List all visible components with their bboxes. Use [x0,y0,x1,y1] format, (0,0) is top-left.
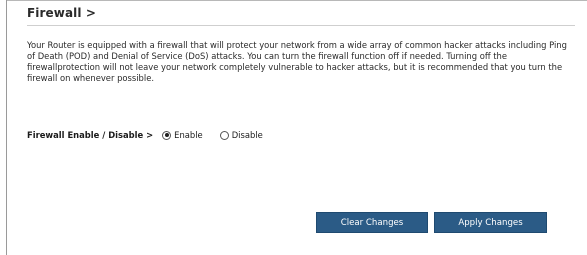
firewall-toggle-label: Firewall Enable / Disable > [27,130,154,140]
frame-top-border [6,0,587,1]
enable-label[interactable]: Enable [174,130,203,140]
disable-label[interactable]: Disable [232,130,263,140]
frame-left-border [6,0,7,255]
clear-changes-button[interactable]: Clear Changes [316,212,428,233]
firewall-toggle-row: Firewall Enable / Disable > Enable Disab… [27,128,263,142]
page-title: Firewall > [27,6,97,20]
disable-radio[interactable] [219,130,229,140]
enable-option[interactable]: Enable [162,130,203,140]
apply-changes-button[interactable]: Apply Changes [434,212,547,233]
enable-radio[interactable] [162,130,172,140]
title-divider [27,25,575,26]
firewall-description: Your Router is equipped with a firewall … [27,40,567,83]
disable-option[interactable]: Disable [219,130,263,140]
radio-selected-dot [164,133,169,137]
